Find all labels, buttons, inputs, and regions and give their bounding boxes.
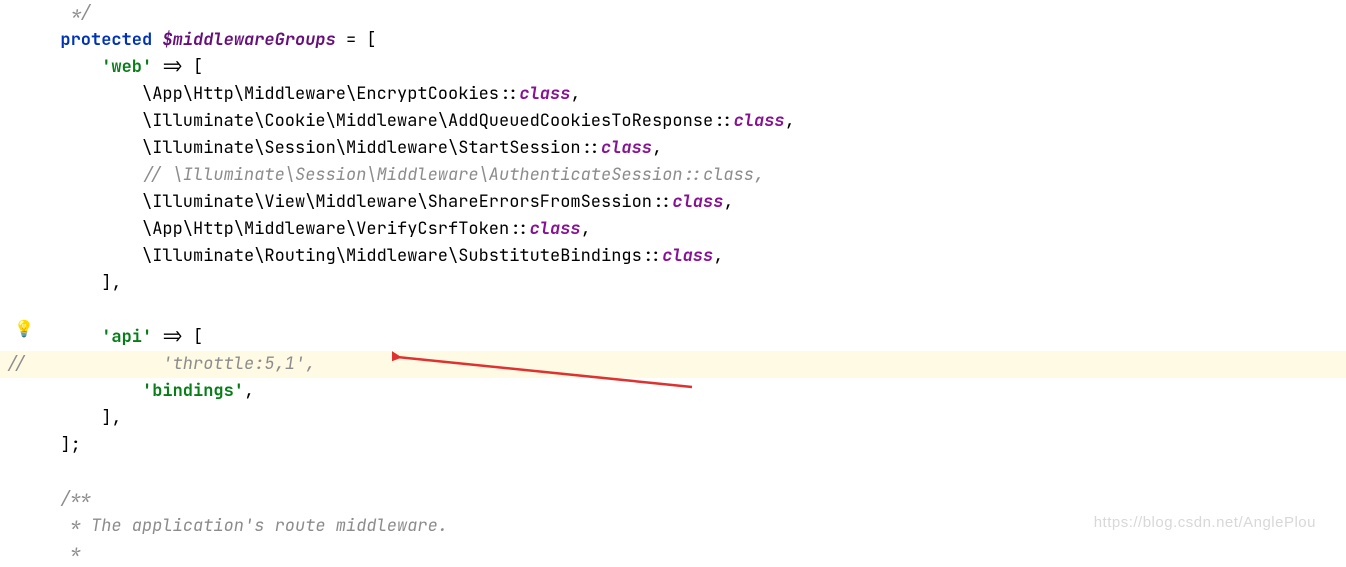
code-area[interactable]: */ protected $middlewareGroups = [ 'web'… <box>40 0 1346 541</box>
code-editor[interactable]: 💡 */ protected $middlewareGroups = [ 'we… <box>0 0 1346 541</box>
token-plain: , <box>244 378 254 405</box>
token-cls: class <box>662 243 713 270</box>
token-plain: , <box>713 243 723 270</box>
token-plain: , <box>652 135 662 162</box>
token-plain: , <box>581 216 591 243</box>
token-plain: \Illuminate\Routing\Middleware\Substitut… <box>40 243 662 270</box>
token-plain: \Illuminate\View\Middleware\ShareErrorsF… <box>40 189 672 216</box>
token-plain: , <box>723 189 733 216</box>
code-line[interactable]: ]; <box>40 432 1346 459</box>
token-comment: 'throttle:5,1', <box>162 351 315 378</box>
code-line[interactable]: /** <box>40 486 1346 513</box>
code-line[interactable]: 'bindings', <box>40 378 1346 405</box>
gutter: 💡 <box>0 0 40 541</box>
code-line[interactable]: ], <box>40 405 1346 432</box>
token-doc: * The application's route middleware. <box>40 513 448 540</box>
intention-bulb-icon[interactable]: 💡 <box>14 318 34 339</box>
code-line[interactable]: // 'throttle:5,1', <box>40 351 1346 378</box>
token-plain: ], <box>40 405 122 432</box>
code-line[interactable]: \Illuminate\Cookie\Middleware\AddQueuedC… <box>40 108 1346 135</box>
code-line[interactable]: */ <box>40 0 1346 27</box>
token-plain: \App\Http\Middleware\VerifyCsrfToken:: <box>40 216 530 243</box>
token-plain: ]; <box>40 432 81 459</box>
token-plain <box>40 162 142 189</box>
token-str: 'web' <box>101 54 152 81</box>
token-plain: , <box>785 108 795 135</box>
token-str: 'api' <box>101 324 152 351</box>
code-line[interactable] <box>40 297 1346 324</box>
token-plain: ], <box>40 270 122 297</box>
token-cls: class <box>601 135 652 162</box>
code-line[interactable]: * <box>40 540 1346 567</box>
token-plain: , <box>570 81 580 108</box>
token-plain: \Illuminate\Cookie\Middleware\AddQueuedC… <box>40 108 734 135</box>
code-line[interactable] <box>40 459 1346 486</box>
token-doc: */ <box>40 0 91 27</box>
code-line[interactable]: 'api' => [ <box>40 324 1346 351</box>
token-str: 'bindings' <box>142 378 244 405</box>
token-cls: class <box>734 108 785 135</box>
token-comment: // \Illuminate\Session\Middleware\Authen… <box>142 162 764 189</box>
code-line[interactable]: protected $middlewareGroups = [ <box>40 27 1346 54</box>
watermark: https://blog.csdn.net/AnglePlou <box>1094 514 1316 531</box>
token-plain <box>40 27 60 54</box>
token-plain <box>40 324 101 351</box>
code-line[interactable]: \App\Http\Middleware\EncryptCookies::cla… <box>40 81 1346 108</box>
token-plain <box>40 54 101 81</box>
token-plain <box>40 378 142 405</box>
token-plain <box>152 27 162 54</box>
token-plain: => [ <box>152 324 203 351</box>
token-doc: /** <box>40 486 91 513</box>
code-line[interactable]: \Illuminate\Routing\Middleware\Substitut… <box>40 243 1346 270</box>
token-plain: \App\Http\Middleware\EncryptCookies:: <box>40 81 519 108</box>
token-kw: protected <box>60 27 152 54</box>
code-line[interactable]: \App\Http\Middleware\VerifyCsrfToken::cl… <box>40 216 1346 243</box>
code-line[interactable]: ], <box>40 270 1346 297</box>
code-line[interactable]: \Illuminate\View\Middleware\ShareErrorsF… <box>40 189 1346 216</box>
token-plain <box>40 351 162 378</box>
token-plain: \Illuminate\Session\Middleware\StartSess… <box>40 135 601 162</box>
token-plain: = [ <box>336 27 377 54</box>
code-line[interactable]: \Illuminate\Session\Middleware\StartSess… <box>40 135 1346 162</box>
token-cls: class <box>519 81 570 108</box>
token-plain: => [ <box>152 54 203 81</box>
code-line[interactable]: 'web' => [ <box>40 54 1346 81</box>
line-comment-marker: // <box>6 351 26 378</box>
token-cls: class <box>530 216 581 243</box>
code-line[interactable]: // \Illuminate\Session\Middleware\Authen… <box>40 162 1346 189</box>
token-doc: * <box>40 540 81 567</box>
token-cls: class <box>672 189 723 216</box>
token-var: $middlewareGroups <box>162 27 335 54</box>
